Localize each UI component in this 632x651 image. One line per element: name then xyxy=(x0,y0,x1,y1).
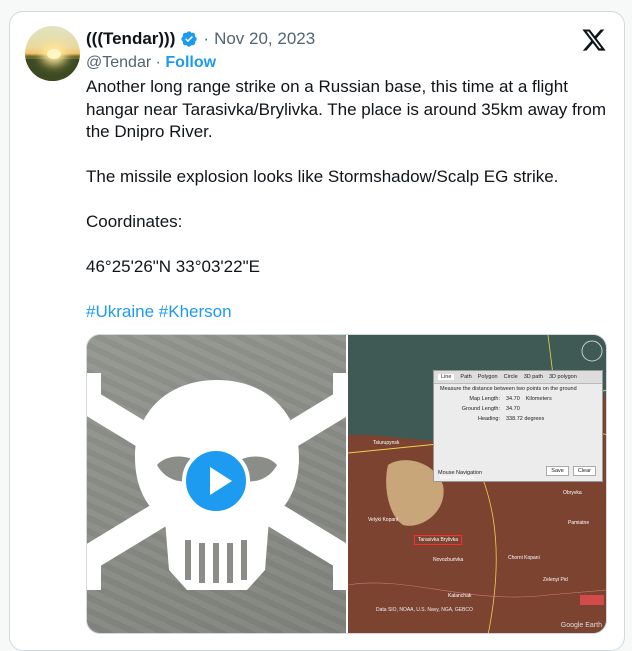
google-earth-logo: Google Earth xyxy=(560,622,602,629)
video-thumbnail[interactable] xyxy=(87,335,346,633)
ruler-dialog[interactable]: Line Path Polygon Circle 3D path 3D poly… xyxy=(433,370,603,482)
tweet-paragraph: Another long range strike on a Russian b… xyxy=(86,77,607,141)
target-marker: Tarasivka Brylivka xyxy=(414,535,463,545)
play-icon[interactable] xyxy=(182,447,250,515)
media-grid[interactable]: Line Path Polygon Circle 3D path 3D poly… xyxy=(86,334,607,634)
map-screenshot[interactable]: Line Path Polygon Circle 3D path 3D poly… xyxy=(348,335,606,633)
ruler-tab[interactable]: Polygon xyxy=(478,374,498,380)
handle-line: @Tendar · Follow xyxy=(86,54,216,72)
map-label: Kalanchak xyxy=(448,593,472,599)
coordinates-text: 46°25'26"N 33°03'22"E xyxy=(86,257,260,276)
ruler-tab[interactable]: Line xyxy=(438,374,455,380)
tweet-paragraph: Coordinates: xyxy=(86,212,183,231)
ruler-tabs: Line Path Polygon Circle 3D path 3D poly… xyxy=(434,371,602,384)
avatar-sun xyxy=(47,49,61,59)
tweet-text: Another long range strike on a Russian b… xyxy=(86,76,606,324)
ruler-tab[interactable]: 3D path xyxy=(524,374,543,380)
avatar-ground xyxy=(25,59,80,81)
map-label: Nova Maiachka xyxy=(440,475,475,481)
verified-badge-icon xyxy=(180,30,198,48)
hashtags: #Ukraine #Kherson xyxy=(86,301,606,324)
map-label: Obryvka xyxy=(563,490,582,496)
map-attribution: Data SIO, NOAA, U.S. Navy, NGA, GEBCO xyxy=(376,607,473,613)
avatar[interactable] xyxy=(25,26,80,81)
ruler-tab[interactable]: 3D polygon xyxy=(549,374,577,380)
tweet-paragraph: The missile explosion looks like Stormsh… xyxy=(86,167,559,186)
ruler-row: Map Length: 34.70 Kilometers xyxy=(469,396,552,402)
save-button[interactable]: Save xyxy=(546,466,569,476)
map-label: Zelenyi Pid xyxy=(543,577,568,583)
ruler-row: Heading: 338.72 degrees xyxy=(477,416,545,422)
clear-button[interactable]: Clear xyxy=(572,466,596,476)
hashtag-link[interactable]: #Kherson xyxy=(159,302,232,321)
author-line: (((Tendar))) · Nov 20, 2023 xyxy=(86,29,315,49)
map-label: Tsiurupynsk xyxy=(373,440,400,446)
map-label: Pamiatne xyxy=(568,520,590,526)
unit-select[interactable]: Kilometers xyxy=(526,396,552,402)
ruler-tab[interactable]: Circle xyxy=(504,374,518,380)
ruler-row: Ground Length: 34.70 xyxy=(461,406,520,412)
map-label: Novozburivka xyxy=(433,557,464,563)
x-logo-icon[interactable] xyxy=(581,27,607,53)
map-label: Chorni Kopani xyxy=(508,555,540,561)
follow-button[interactable]: Follow xyxy=(165,54,216,71)
display-name[interactable]: (((Tendar))) xyxy=(86,29,175,49)
separator: · xyxy=(203,29,210,48)
tweet-date[interactable]: Nov 20, 2023 xyxy=(214,29,315,49)
handle[interactable]: @Tendar xyxy=(86,54,151,71)
ruler-hint: Measure the distance between two points … xyxy=(440,386,577,392)
separator: · xyxy=(155,54,161,71)
ruler-tab[interactable]: Path xyxy=(460,374,471,380)
map-label: Velyki Kopani xyxy=(368,517,399,523)
hashtag-link[interactable]: #Ukraine xyxy=(86,302,154,321)
